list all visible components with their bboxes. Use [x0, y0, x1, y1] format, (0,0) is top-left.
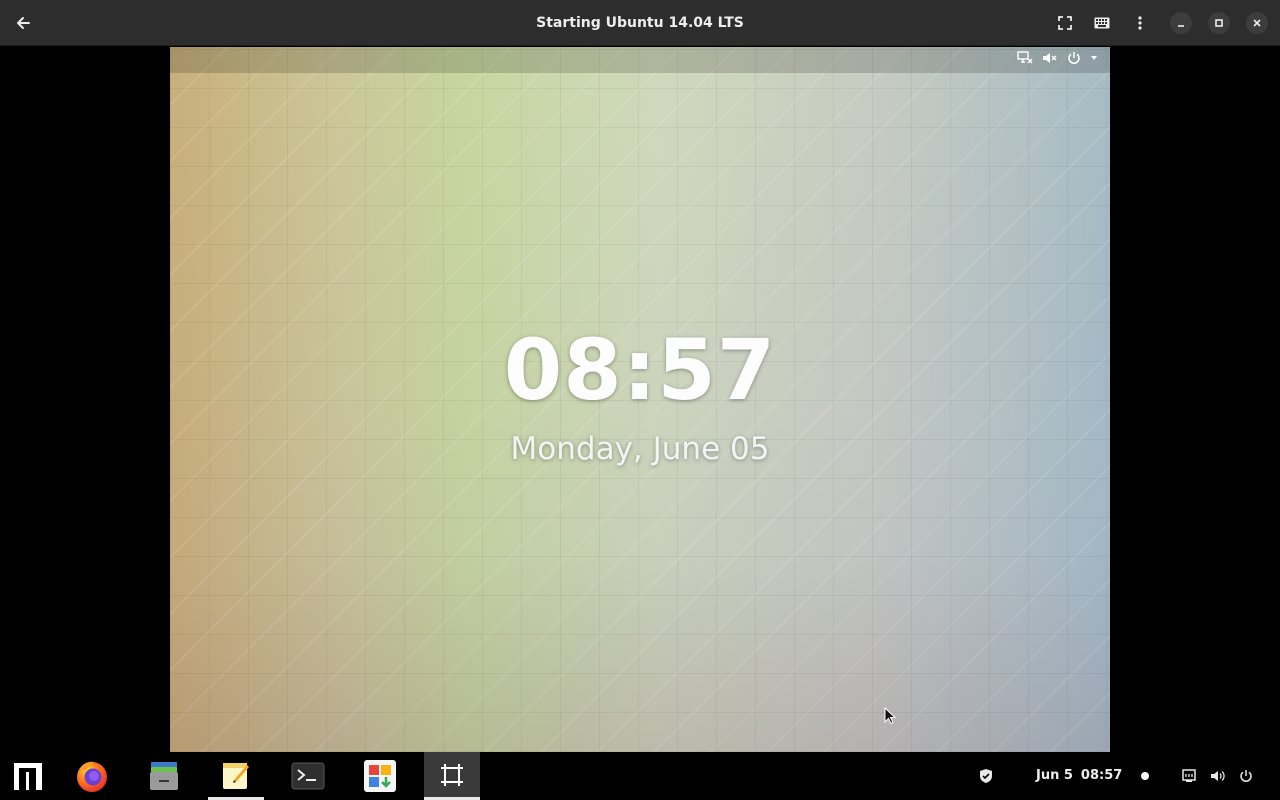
more-vertical-icon	[1138, 16, 1142, 30]
lock-screen-time: 08:57	[503, 321, 777, 419]
fullscreen-icon	[1058, 16, 1072, 30]
taskbar-time: 08:57	[1080, 768, 1123, 783]
software-icon	[364, 760, 396, 792]
maximize-icon	[1215, 19, 1223, 27]
firefox-button[interactable]	[64, 752, 120, 800]
vm-top-panel	[170, 47, 1110, 73]
menu-button[interactable]	[1125, 8, 1155, 38]
minimize-button[interactable]	[1170, 12, 1192, 34]
terminal-icon	[291, 762, 325, 790]
notification-dot-icon[interactable]	[1141, 772, 1149, 780]
network-wired-icon	[1182, 769, 1196, 782]
volume-icon	[1211, 771, 1225, 781]
power-icon	[1067, 51, 1081, 65]
fullscreen-button[interactable]	[1050, 8, 1080, 38]
text-editor-button[interactable]	[208, 752, 264, 800]
network-offline-icon	[1017, 51, 1033, 65]
vm-status-menu[interactable]	[1017, 51, 1098, 65]
network-indicator[interactable]	[1177, 752, 1201, 800]
taskbar-date: Jun 5	[1036, 768, 1073, 783]
files-button[interactable]	[136, 752, 192, 800]
virtual-machine-button[interactable]	[424, 752, 480, 800]
minimize-icon	[1178, 25, 1184, 27]
menu-launcher-icon	[14, 763, 42, 790]
keyboard-icon	[1094, 17, 1110, 29]
security-indicator[interactable]	[974, 752, 998, 800]
back-button[interactable]	[8, 8, 38, 38]
terminal-button[interactable]	[280, 752, 336, 800]
volume-muted-icon	[1042, 51, 1058, 65]
clock-button[interactable]: Jun 5 08:57	[1036, 752, 1122, 800]
mouse-pointer-icon	[884, 707, 896, 725]
shield-icon	[980, 769, 992, 783]
close-icon	[1253, 19, 1261, 27]
files-icon	[150, 762, 178, 790]
text-editor-icon	[223, 762, 249, 789]
keyboard-button[interactable]	[1087, 8, 1117, 38]
title-bar: Starting Ubuntu 14.04 LTS	[0, 0, 1280, 46]
power-indicator[interactable]	[1234, 752, 1258, 800]
power-icon	[1240, 770, 1252, 782]
menu-launcher-button[interactable]	[0, 752, 56, 800]
taskbar: Jun 5 08:57	[0, 752, 1280, 800]
virtual-machine-icon	[441, 763, 463, 786]
close-button[interactable]	[1246, 12, 1268, 34]
volume-indicator[interactable]	[1206, 752, 1230, 800]
firefox-icon	[77, 761, 107, 792]
lock-screen-date: Monday, June 05	[510, 431, 770, 467]
back-arrow-icon	[17, 17, 30, 29]
software-button[interactable]	[352, 752, 408, 800]
dropdown-arrow-icon	[1090, 55, 1098, 61]
maximize-button[interactable]	[1208, 12, 1230, 34]
vm-display[interactable]: 08:57 Monday, June 05	[170, 47, 1110, 752]
